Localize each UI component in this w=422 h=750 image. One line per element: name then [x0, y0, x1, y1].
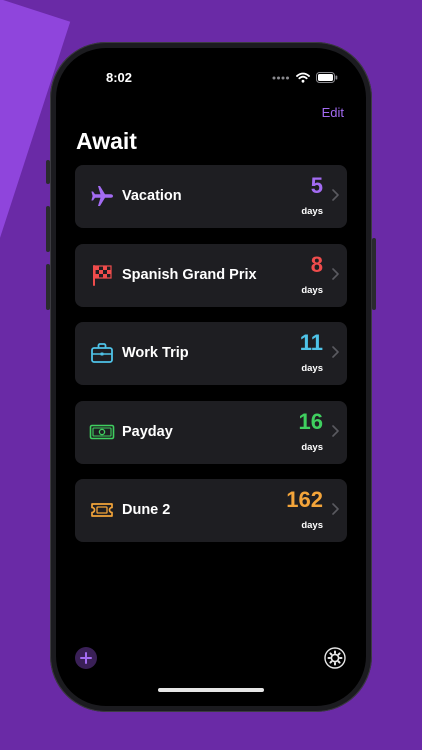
days-count: 5: [310, 173, 323, 198]
days-label: days: [301, 206, 323, 217]
status-icons: [272, 72, 338, 83]
event-name: Payday: [122, 423, 173, 440]
plus-icon: [80, 652, 92, 664]
event-name: Vacation: [122, 188, 182, 204]
volume-down-button: [46, 264, 50, 310]
status-time: 8:02: [106, 70, 133, 85]
event-card-payday[interactable]: Payday 16 days: [75, 400, 347, 464]
chevron-right-icon: [332, 267, 339, 280]
days-count: 8: [310, 251, 323, 277]
chevron-right-icon: [332, 424, 339, 437]
event-name: Work Trip: [122, 345, 189, 361]
event-card-spanish-grand-prix[interactable]: Spanish Grand Prix 8 days: [75, 243, 347, 307]
airplane-icon: [91, 186, 113, 206]
days-count: 11: [299, 330, 323, 355]
settings-button[interactable]: [324, 647, 346, 669]
event-card-work-trip[interactable]: Work Trip 11 days: [75, 322, 347, 385]
event-card-vacation[interactable]: Vacation 5 days: [75, 165, 347, 228]
days-count: 16: [298, 408, 323, 434]
days-label: days: [301, 284, 323, 296]
event-list: Vacation 5 days Spanish Grand Prix 8 day…: [75, 165, 347, 558]
volume-up-button: [46, 206, 50, 252]
briefcase-icon: [91, 343, 113, 363]
signal-dots-icon: [272, 76, 289, 79]
chevron-right-icon: [332, 346, 339, 358]
checkered-flag-icon: [93, 264, 112, 286]
power-button: [372, 238, 376, 310]
chevron-right-icon: [332, 189, 339, 201]
app-screen: 8:02 Edit Await Vacation 5 days Spanish …: [56, 48, 366, 706]
gear-icon: [324, 647, 346, 669]
home-indicator: [158, 688, 264, 692]
battery-icon: [316, 72, 338, 83]
edit-button[interactable]: Edit: [322, 105, 344, 120]
status-bar: 8:02: [56, 70, 366, 88]
add-event-button[interactable]: [75, 647, 97, 669]
page-title: Await: [76, 128, 137, 154]
ticket-icon: [91, 503, 113, 517]
days-label: days: [301, 441, 323, 453]
mute-switch: [46, 160, 50, 184]
chevron-right-icon: [332, 503, 339, 515]
banknote-icon: [89, 424, 115, 439]
event-card-dune-2[interactable]: Dune 2 162 days: [75, 479, 347, 542]
days-label: days: [301, 363, 323, 374]
days-label: days: [301, 520, 323, 531]
phone-frame: 8:02 Edit Await Vacation 5 days Spanish …: [46, 42, 376, 712]
event-name: Spanish Grand Prix: [122, 266, 257, 283]
wifi-icon: [296, 72, 310, 83]
days-count: 162: [286, 487, 323, 512]
event-name: Dune 2: [122, 502, 171, 518]
